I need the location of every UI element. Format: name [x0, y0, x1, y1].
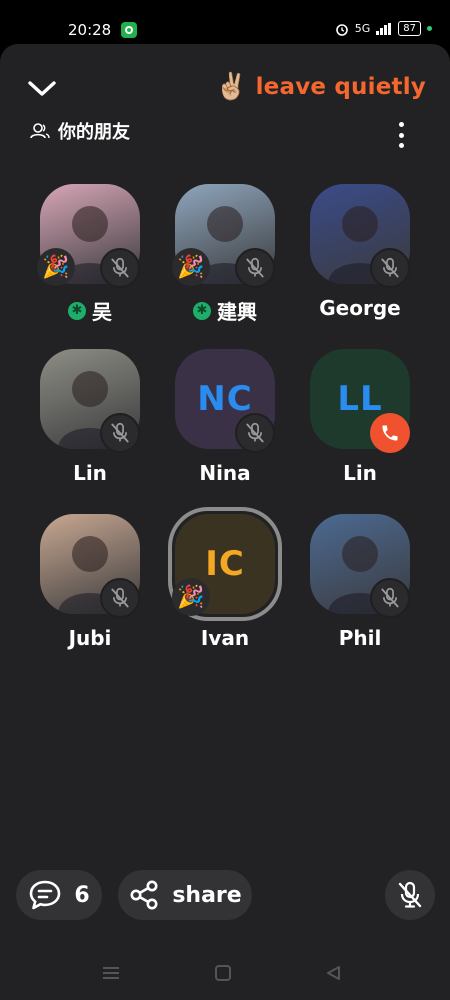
muted-badge	[370, 578, 410, 618]
member-name: Lin	[73, 461, 107, 485]
member-tile[interactable]: IC 🎉 Ivan	[150, 507, 282, 664]
member-name-row: Phil	[285, 626, 435, 650]
mic-off-icon	[111, 422, 129, 443]
member-tile[interactable]: George	[285, 184, 415, 334]
status-indicators: 5G 87	[335, 21, 432, 36]
square-icon	[215, 965, 231, 981]
online-status-icon: ✱	[68, 301, 86, 320]
member-name: Phil	[338, 626, 382, 650]
member-name-row: Lin	[285, 461, 435, 485]
avatar-initials: IC	[205, 544, 245, 584]
member-name-row: Lin	[15, 461, 165, 485]
recents-button[interactable]	[100, 962, 122, 984]
collapse-button[interactable]	[26, 75, 58, 103]
mic-off-icon	[246, 257, 264, 278]
calling-badge	[370, 413, 410, 453]
online-status-icon: ✱	[193, 301, 211, 320]
member-tile[interactable]: LL Lin	[285, 349, 415, 499]
member-tile[interactable]: Phil	[285, 514, 415, 664]
avatar-initials: LL	[337, 379, 383, 419]
status-time: 20:28	[68, 21, 112, 39]
victory-hand-icon: ✌🏼	[215, 72, 248, 102]
more-dot-icon	[398, 122, 404, 127]
friends-label: 你的朋友	[58, 122, 130, 143]
chat-bubble-icon	[30, 880, 61, 910]
bottom-bar: 6 share	[0, 868, 450, 922]
chat-button[interactable]: 6	[16, 870, 102, 920]
app-notification-icon	[121, 22, 137, 38]
party-popper-icon: 🎉	[37, 248, 75, 286]
member-name-row: Jubi	[15, 626, 165, 650]
more-dot-icon	[398, 132, 404, 138]
privacy-dot-icon	[427, 26, 432, 31]
member-tile[interactable]: Lin	[15, 349, 145, 499]
avatar-initials: NC	[197, 379, 253, 419]
member-tile[interactable]: NC Nina	[150, 349, 280, 499]
mic-off-icon	[381, 257, 399, 278]
share-button[interactable]: share	[118, 870, 252, 920]
member-name: Jubi	[68, 626, 112, 650]
party-popper-icon: 🎉	[172, 578, 210, 616]
mic-off-icon	[111, 257, 129, 278]
member-name: Nina	[199, 461, 251, 485]
muted-badge	[100, 248, 140, 288]
chat-count: 6	[74, 882, 90, 908]
member-name: Lin	[343, 461, 377, 485]
friends-icon	[30, 123, 50, 139]
member-name: George	[319, 296, 401, 320]
member-name-row: George	[285, 296, 435, 320]
mic-off-icon	[398, 881, 422, 908]
friends-header: 你的朋友	[30, 118, 130, 144]
share-label: share	[172, 882, 242, 908]
member-name-row: ✱ 建興	[150, 296, 300, 325]
chevron-down-icon	[28, 81, 56, 96]
muted-badge	[100, 578, 140, 618]
alarm-icon	[335, 23, 348, 36]
member-name-row: Ivan	[150, 626, 300, 650]
network-label: 5G	[354, 22, 371, 35]
party-popper-icon: 🎉	[172, 248, 210, 286]
leave-quietly-button[interactable]: ✌🏼 leave quietly	[215, 72, 426, 102]
phone-icon	[382, 425, 398, 441]
muted-badge	[370, 248, 410, 288]
member-name-row: ✱ 吴	[15, 296, 165, 325]
signal-icon	[376, 22, 392, 35]
member-name: 建興	[217, 300, 257, 324]
member-tile[interactable]: 🎉 ✱ 建興	[150, 184, 280, 334]
back-button[interactable]	[322, 962, 344, 984]
member-name: 吴	[92, 300, 112, 324]
system-nav-bar	[0, 950, 450, 1000]
mic-off-icon	[111, 587, 129, 608]
battery-indicator: 87	[398, 21, 421, 36]
leave-quietly-label: leave quietly	[255, 74, 426, 100]
muted-badge	[100, 413, 140, 453]
muted-badge	[235, 413, 275, 453]
home-button[interactable]	[212, 962, 234, 984]
menu-icon	[103, 967, 119, 979]
mic-off-icon	[246, 422, 264, 443]
member-name-row: Nina	[150, 461, 300, 485]
more-dot-icon	[398, 143, 404, 148]
status-bar: 20:28 5G 87	[0, 0, 450, 44]
mic-off-icon	[381, 587, 399, 608]
more-options-button[interactable]	[394, 122, 408, 148]
mute-toggle-button[interactable]	[385, 870, 435, 920]
member-tile[interactable]: 🎉 ✱ 吴	[15, 184, 145, 334]
share-icon	[130, 880, 158, 910]
member-name: Ivan	[200, 626, 250, 650]
muted-badge	[235, 248, 275, 288]
back-triangle-icon	[327, 966, 340, 980]
member-tile[interactable]: Jubi	[15, 514, 145, 664]
